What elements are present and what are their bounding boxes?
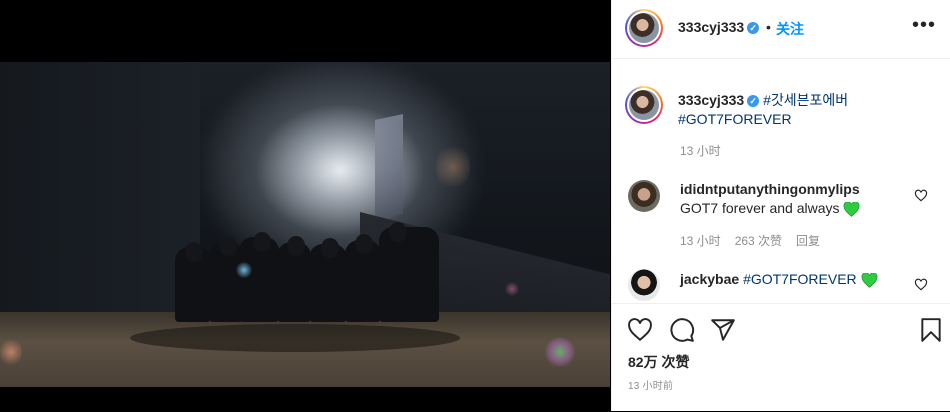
comment-username[interactable]: ididntputanythingonmylips xyxy=(680,181,860,197)
author-username[interactable]: 333cyj333 ✓ xyxy=(678,19,760,35)
follow-button[interactable]: 关注 xyxy=(776,19,804,39)
comment-body: GOT7 forever and always xyxy=(680,200,840,216)
heart-icon[interactable] xyxy=(914,278,928,292)
caption-username[interactable]: 333cyj333 xyxy=(678,92,744,108)
green-heart-emoji xyxy=(861,272,877,288)
comment-meta: 13 小时 263 次赞 回复 xyxy=(680,232,834,249)
post-media-panel xyxy=(0,0,610,411)
lens-flare xyxy=(236,262,252,278)
caption-hashtag[interactable]: #GOT7FOREVER xyxy=(678,111,792,127)
bookmark-icon[interactable] xyxy=(918,317,944,343)
post-modal: 333cyj333 ✓ • 关注 ••• 333cyj333 ✓ #갓세븐포에버 #… xyxy=(0,0,950,411)
caption-timestamp[interactable]: 13 小时 xyxy=(680,142,721,159)
more-options-icon[interactable]: ••• xyxy=(912,14,936,37)
post-photo[interactable] xyxy=(0,62,610,387)
caption-avatar[interactable] xyxy=(625,86,663,124)
silhouette-group xyxy=(175,212,445,322)
caption-block: 333cyj333 ✓ #갓세븐포에버 #GOT7FOREVER xyxy=(678,91,848,129)
comment-icon[interactable] xyxy=(669,317,695,343)
post-timestamp[interactable]: 13 小时前 xyxy=(628,377,673,392)
lens-flare xyxy=(505,282,519,296)
stage-screen xyxy=(375,114,403,220)
like-heart-icon[interactable] xyxy=(627,317,653,343)
author-username-text[interactable]: 333cyj333 xyxy=(678,19,744,35)
reply-button[interactable]: 回复 xyxy=(796,234,820,248)
commenter-avatar[interactable] xyxy=(628,269,660,301)
comment-likes[interactable]: 263 次赞 xyxy=(735,234,782,248)
post-sidebar: 333cyj333 ✓ • 关注 ••• 333cyj333 ✓ #갓세븐포에버 #… xyxy=(611,0,950,411)
green-heart-emoji xyxy=(844,201,860,217)
lens-flare xyxy=(545,337,575,367)
commenter-avatar[interactable] xyxy=(628,180,660,212)
lens-flare xyxy=(436,142,470,192)
like-count[interactable]: 82万 次赞 xyxy=(628,352,689,372)
post-header: 333cyj333 ✓ • 关注 ••• xyxy=(612,0,950,59)
verified-badge-icon: ✓ xyxy=(747,95,760,108)
verified-badge-icon: ✓ xyxy=(747,22,760,35)
comment-text: GOT7 forever and always xyxy=(680,200,860,217)
post-actions: 82万 次赞 13 小时前 xyxy=(612,303,950,412)
comment-line: jackybae #GOT7FOREVER xyxy=(680,271,878,288)
heart-icon[interactable] xyxy=(914,189,928,203)
lens-flare xyxy=(0,337,22,367)
separator-dot: • xyxy=(766,19,771,35)
author-avatar[interactable] xyxy=(625,9,663,47)
comment-username[interactable]: jackybae xyxy=(680,271,739,287)
comment-timestamp[interactable]: 13 小时 xyxy=(680,234,721,248)
caption-hashtag[interactable]: #갓세븐포에버 xyxy=(763,92,848,108)
floor-shadow xyxy=(130,324,460,352)
backstage-wall xyxy=(0,62,200,322)
comment-hashtag[interactable]: #GOT7FOREVER xyxy=(743,271,857,287)
share-icon[interactable] xyxy=(710,317,736,343)
